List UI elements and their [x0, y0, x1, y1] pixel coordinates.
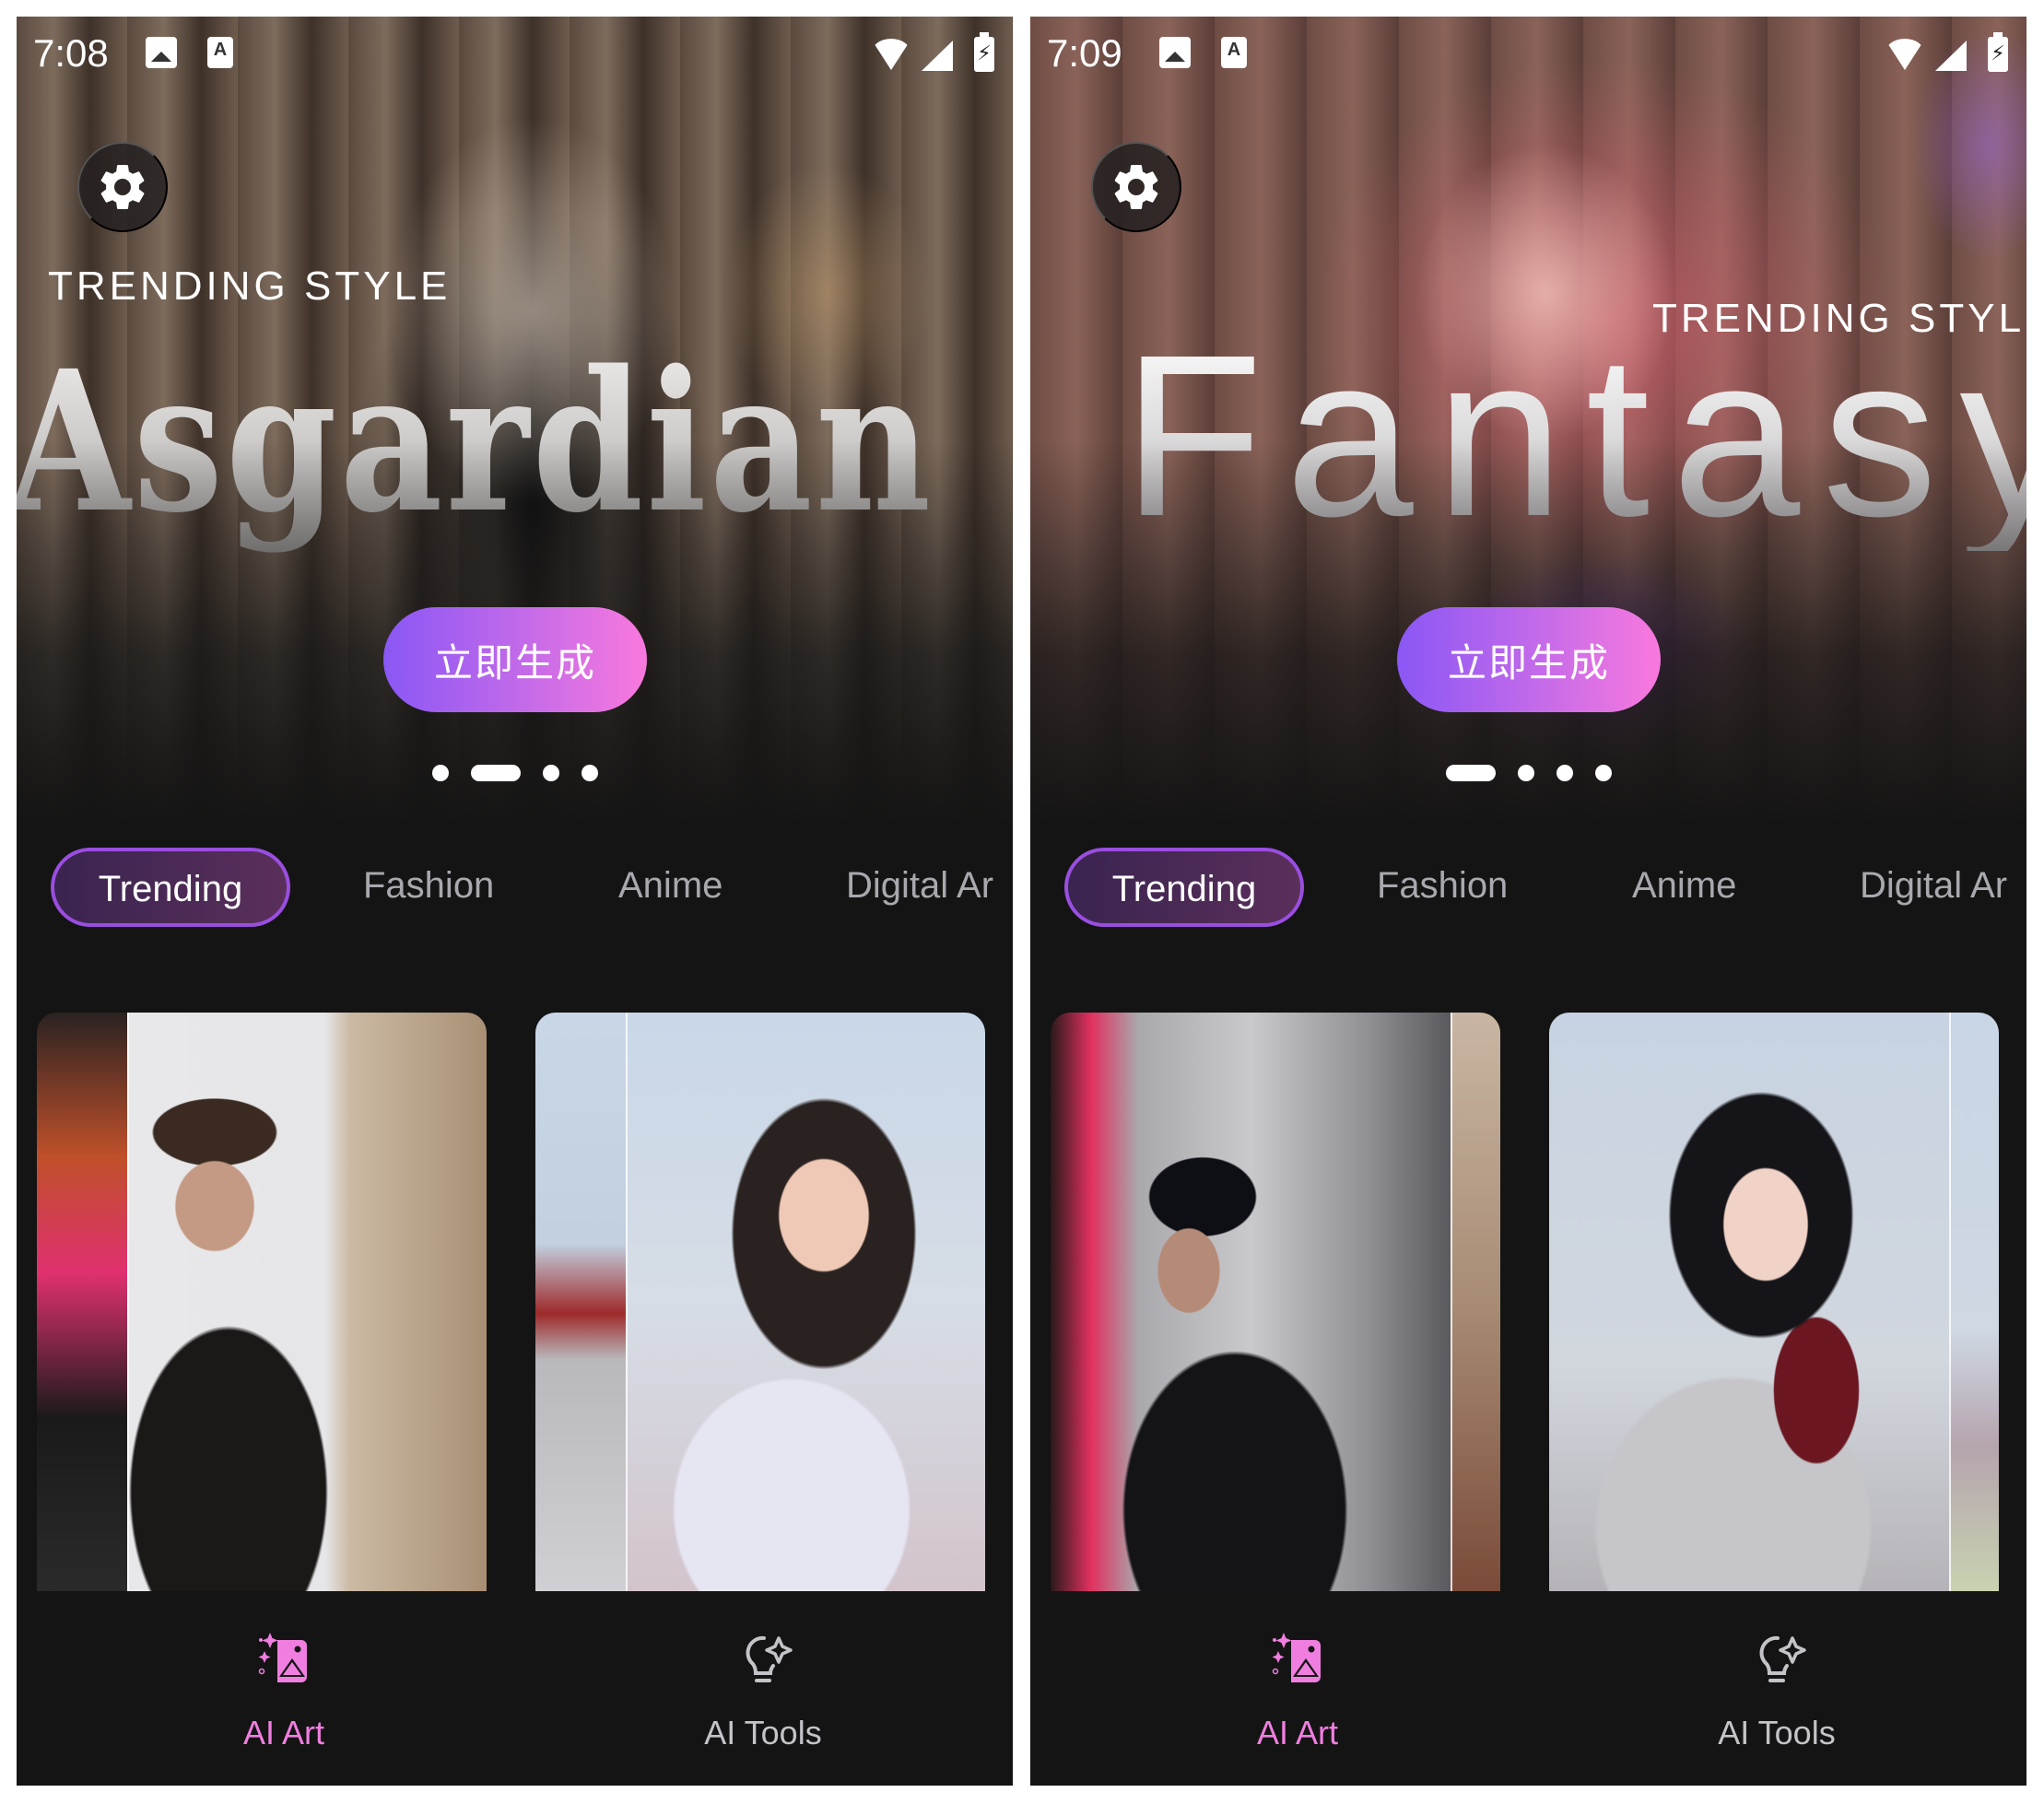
nav-ai-art[interactable]: AI Art	[146, 1620, 422, 1752]
ai-result-image	[37, 1013, 127, 1591]
comparison-slider-handle[interactable]	[127, 1013, 129, 1591]
generate-now-button[interactable]: 立即生成	[383, 607, 647, 712]
status-time: 7:09	[1047, 31, 1122, 75]
ai-art-sparkle-image-icon	[258, 1633, 307, 1682]
category-tabs: Trending Fashion Anime Digital Ar	[1030, 848, 2026, 927]
wifi-icon	[871, 39, 911, 70]
lightbulb-sparkle-icon	[746, 1635, 793, 1682]
original-photo	[1949, 1013, 1999, 1591]
carousel-dot[interactable]	[1517, 765, 1534, 781]
settings-button[interactable]	[1091, 142, 1181, 232]
tab-digital-art[interactable]: Digital Ar	[846, 848, 993, 927]
image-icon	[1159, 37, 1191, 68]
gear-icon	[100, 164, 145, 209]
lightbulb-sparkle-icon	[1759, 1635, 1806, 1682]
tab-fashion[interactable]: Fashion	[1377, 848, 1508, 927]
carousel-dot[interactable]	[1556, 765, 1573, 781]
before-after-card-woman-flowers[interactable]	[535, 1013, 985, 1591]
signal-icon	[1935, 41, 1967, 71]
ai-art-sparkle-image-icon	[1272, 1633, 1321, 1682]
comparison-slider-handle[interactable]	[1949, 1013, 1951, 1591]
nav-label-ai-tools: AI Tools	[704, 1714, 822, 1751]
status-bar: 7:09 A ⚡	[1030, 17, 2026, 90]
original-photo	[626, 1013, 985, 1591]
status-time: 7:08	[33, 31, 109, 75]
carousel-dot[interactable]	[542, 765, 559, 781]
carousel-dot-active[interactable]	[1445, 765, 1496, 781]
signal-icon	[922, 41, 953, 71]
a-notification-icon: A	[1221, 37, 1247, 68]
nav-ai-tools[interactable]: AI Tools	[625, 1620, 901, 1752]
hero-kicker: TRENDING STYLE	[48, 264, 452, 309]
carousel-indicator	[17, 765, 1013, 781]
bottom-navigation: AI Art AI Tools	[17, 1620, 1013, 1786]
carousel-dot[interactable]	[1594, 765, 1612, 781]
hero-banner[interactable]: TRENDING STYLE Asgardian 立即生成	[17, 17, 1013, 827]
carousel-indicator	[1030, 765, 2026, 781]
battery-charging-icon: ⚡	[974, 32, 994, 72]
comparison-slider-handle[interactable]	[1451, 1013, 1452, 1591]
tab-anime[interactable]: Anime	[618, 848, 722, 927]
gear-icon	[1114, 164, 1158, 209]
phone-screen-1: TRENDING STYLE Asgardian 立即生成 7:08 A ⚡ T…	[17, 17, 1013, 1786]
tab-trending[interactable]: Trending	[51, 848, 290, 927]
carousel-dot[interactable]	[581, 765, 598, 781]
image-icon	[146, 37, 177, 68]
bottom-navigation: AI Art AI Tools	[1030, 1620, 2026, 1786]
nav-label-ai-art: AI Art	[1256, 1714, 1339, 1751]
wifi-icon	[1885, 39, 1925, 70]
tab-trending[interactable]: Trending	[1064, 848, 1304, 927]
carousel-dot-active[interactable]	[470, 765, 521, 781]
comparison-slider-handle[interactable]	[626, 1013, 628, 1591]
original-photo	[1451, 1013, 1500, 1591]
phone-screen-2: TRENDING STYLE Fantasy 立即生成 7:09 A ⚡ Tre…	[1030, 17, 2026, 1786]
tab-anime[interactable]: Anime	[1632, 848, 1736, 927]
battery-charging-icon: ⚡	[1988, 32, 2008, 72]
carousel-dot[interactable]	[431, 765, 449, 781]
ai-result-image	[535, 1013, 626, 1591]
before-after-card-cyberpunk-man[interactable]	[1051, 1013, 1500, 1591]
status-bar: 7:08 A ⚡	[17, 17, 1013, 90]
before-after-card-anime-girl[interactable]	[1549, 1013, 1999, 1591]
original-photo	[127, 1013, 487, 1591]
ai-result-image	[1549, 1013, 1949, 1591]
tab-digital-art[interactable]: Digital Ar	[1860, 848, 2007, 927]
settings-button[interactable]	[77, 142, 168, 232]
category-tabs: Trending Fashion Anime Digital Ar	[17, 848, 1013, 927]
tab-fashion[interactable]: Fashion	[363, 848, 494, 927]
a-notification-icon: A	[207, 37, 233, 68]
nav-label-ai-tools: AI Tools	[1718, 1714, 1836, 1751]
nav-ai-tools[interactable]: AI Tools	[1639, 1620, 1915, 1752]
ai-result-image	[1051, 1013, 1451, 1591]
before-after-card-man-paris[interactable]	[37, 1013, 487, 1591]
hero-banner[interactable]: TRENDING STYLE Fantasy 立即生成	[1030, 17, 2026, 827]
nav-ai-art[interactable]: AI Art	[1159, 1620, 1436, 1752]
nav-label-ai-art: AI Art	[242, 1714, 325, 1751]
generate-now-button[interactable]: 立即生成	[1397, 607, 1661, 712]
